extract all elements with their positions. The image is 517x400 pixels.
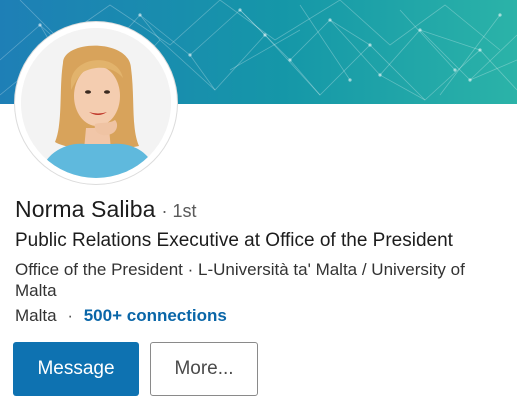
action-bar: Message More... bbox=[13, 342, 258, 396]
profile-name: Norma Saliba bbox=[15, 196, 156, 222]
profile-organizations: Office of the President · L-Università t… bbox=[15, 260, 465, 300]
avatar-frame[interactable] bbox=[15, 22, 177, 184]
profile-card: Norma Saliba · 1st Public Relations Exec… bbox=[0, 0, 517, 400]
message-button[interactable]: Message bbox=[13, 342, 139, 396]
avatar[interactable] bbox=[21, 28, 171, 178]
profile-photo-icon bbox=[21, 28, 171, 178]
name-row: Norma Saliba · 1st bbox=[15, 196, 197, 226]
more-button[interactable]: More... bbox=[150, 342, 258, 396]
location-separator: · bbox=[67, 306, 73, 325]
degree-separator: · bbox=[161, 201, 168, 221]
location-row: Malta · 500+ connections bbox=[15, 306, 227, 326]
profile-headline: Public Relations Executive at Office of … bbox=[15, 230, 453, 251]
profile-location: Malta bbox=[15, 306, 57, 325]
connection-degree: 1st bbox=[172, 201, 197, 221]
connections-link[interactable]: 500+ connections bbox=[84, 306, 227, 325]
